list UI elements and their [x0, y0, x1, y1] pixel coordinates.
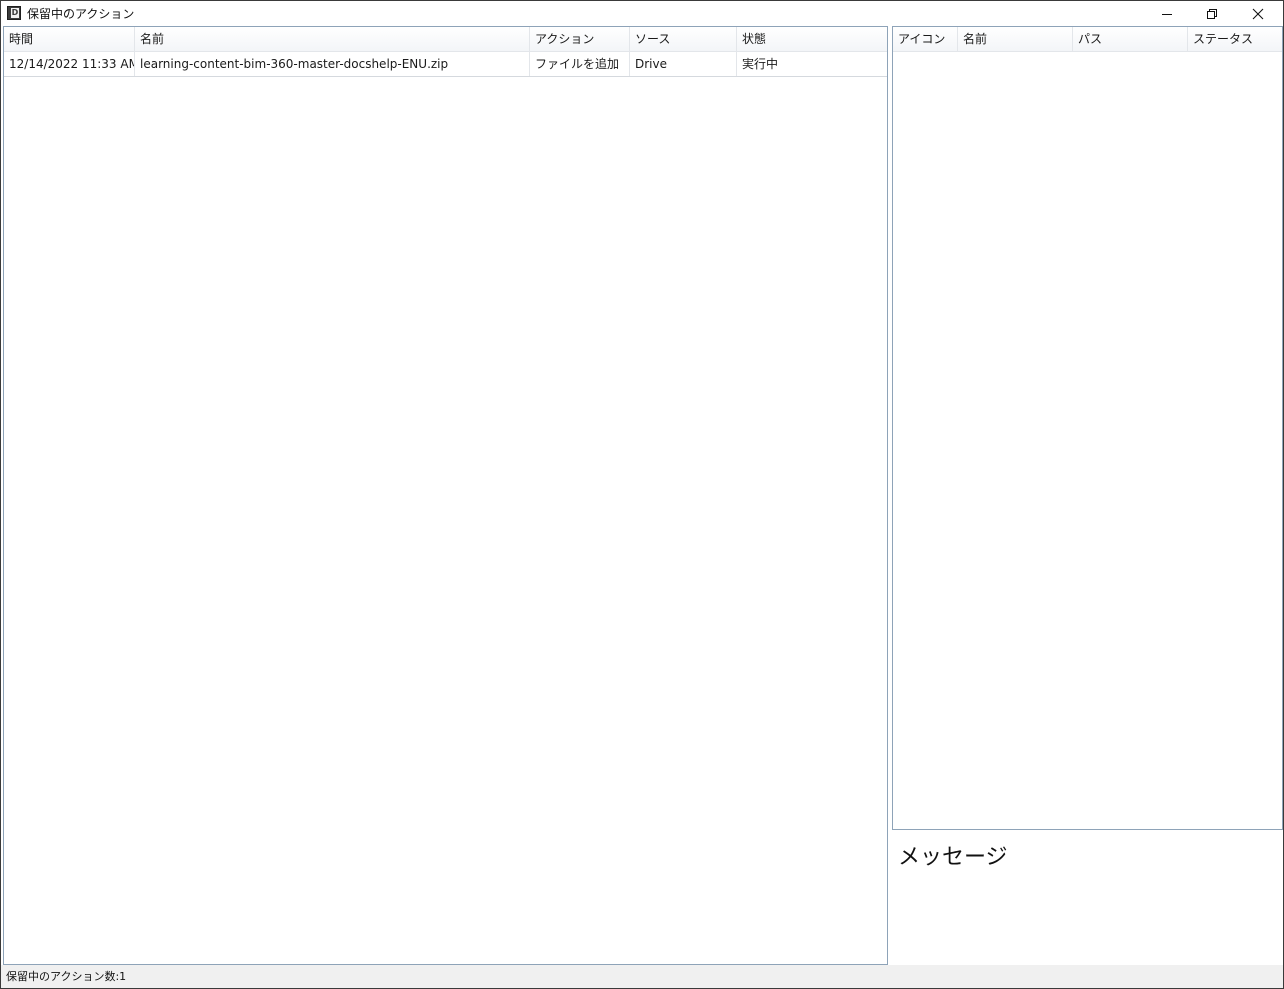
restore-icon	[1206, 8, 1217, 19]
details-list[interactable]: アイコン 名前 パス ステータス	[892, 26, 1283, 830]
column-header-name[interactable]: 名前	[135, 27, 530, 51]
column-header-icon[interactable]: アイコン	[893, 27, 958, 51]
row-name: learning-content-bim-360-master-docshelp…	[135, 52, 530, 76]
row-status: 実行中	[742, 57, 779, 71]
row-action: ファイルを追加	[530, 52, 630, 76]
status-bar: 保留中のアクション数:1	[1, 965, 1283, 988]
pending-actions-list[interactable]: 時間 名前 アクション ソース 状態 12/14/2022 11:33 AM l…	[3, 26, 888, 965]
column-header-time[interactable]: 時間	[4, 27, 135, 51]
restore-button[interactable]	[1189, 1, 1234, 26]
message-title: メッセージ	[898, 845, 1008, 870]
app-icon-letter: D	[11, 8, 19, 18]
column-header-source[interactable]: ソース	[630, 27, 737, 51]
column-header-path[interactable]: パス	[1073, 27, 1188, 51]
pending-actions-header: 時間 名前 アクション ソース 状態	[4, 27, 887, 52]
column-header-detail-name[interactable]: 名前	[958, 27, 1073, 51]
pending-actions-window: D 保留中のアクション 時間 名前 アクション ソース 状態 12/14/202…	[0, 0, 1284, 989]
message-area: メッセージ	[892, 832, 1283, 965]
app-icon: D	[7, 6, 21, 20]
close-button[interactable]	[1235, 1, 1280, 26]
details-header: アイコン 名前 パス ステータス	[893, 27, 1282, 52]
column-header-status[interactable]: 状態	[737, 27, 887, 51]
column-header-detail-status[interactable]: ステータス	[1188, 27, 1282, 51]
close-icon	[1252, 8, 1263, 19]
window-title: 保留中のアクション	[27, 7, 135, 21]
minimize-icon	[1161, 13, 1172, 15]
row-source: Drive	[630, 52, 737, 76]
row-time: 12/14/2022 11:33 AM	[4, 52, 135, 76]
pending-count-text: 保留中のアクション数:1	[6, 970, 127, 983]
column-header-action[interactable]: アクション	[530, 27, 630, 51]
minimize-button[interactable]	[1144, 1, 1189, 26]
title-bar[interactable]: D 保留中のアクション	[1, 1, 1283, 26]
table-row[interactable]: 12/14/2022 11:33 AM learning-content-bim…	[4, 52, 887, 77]
